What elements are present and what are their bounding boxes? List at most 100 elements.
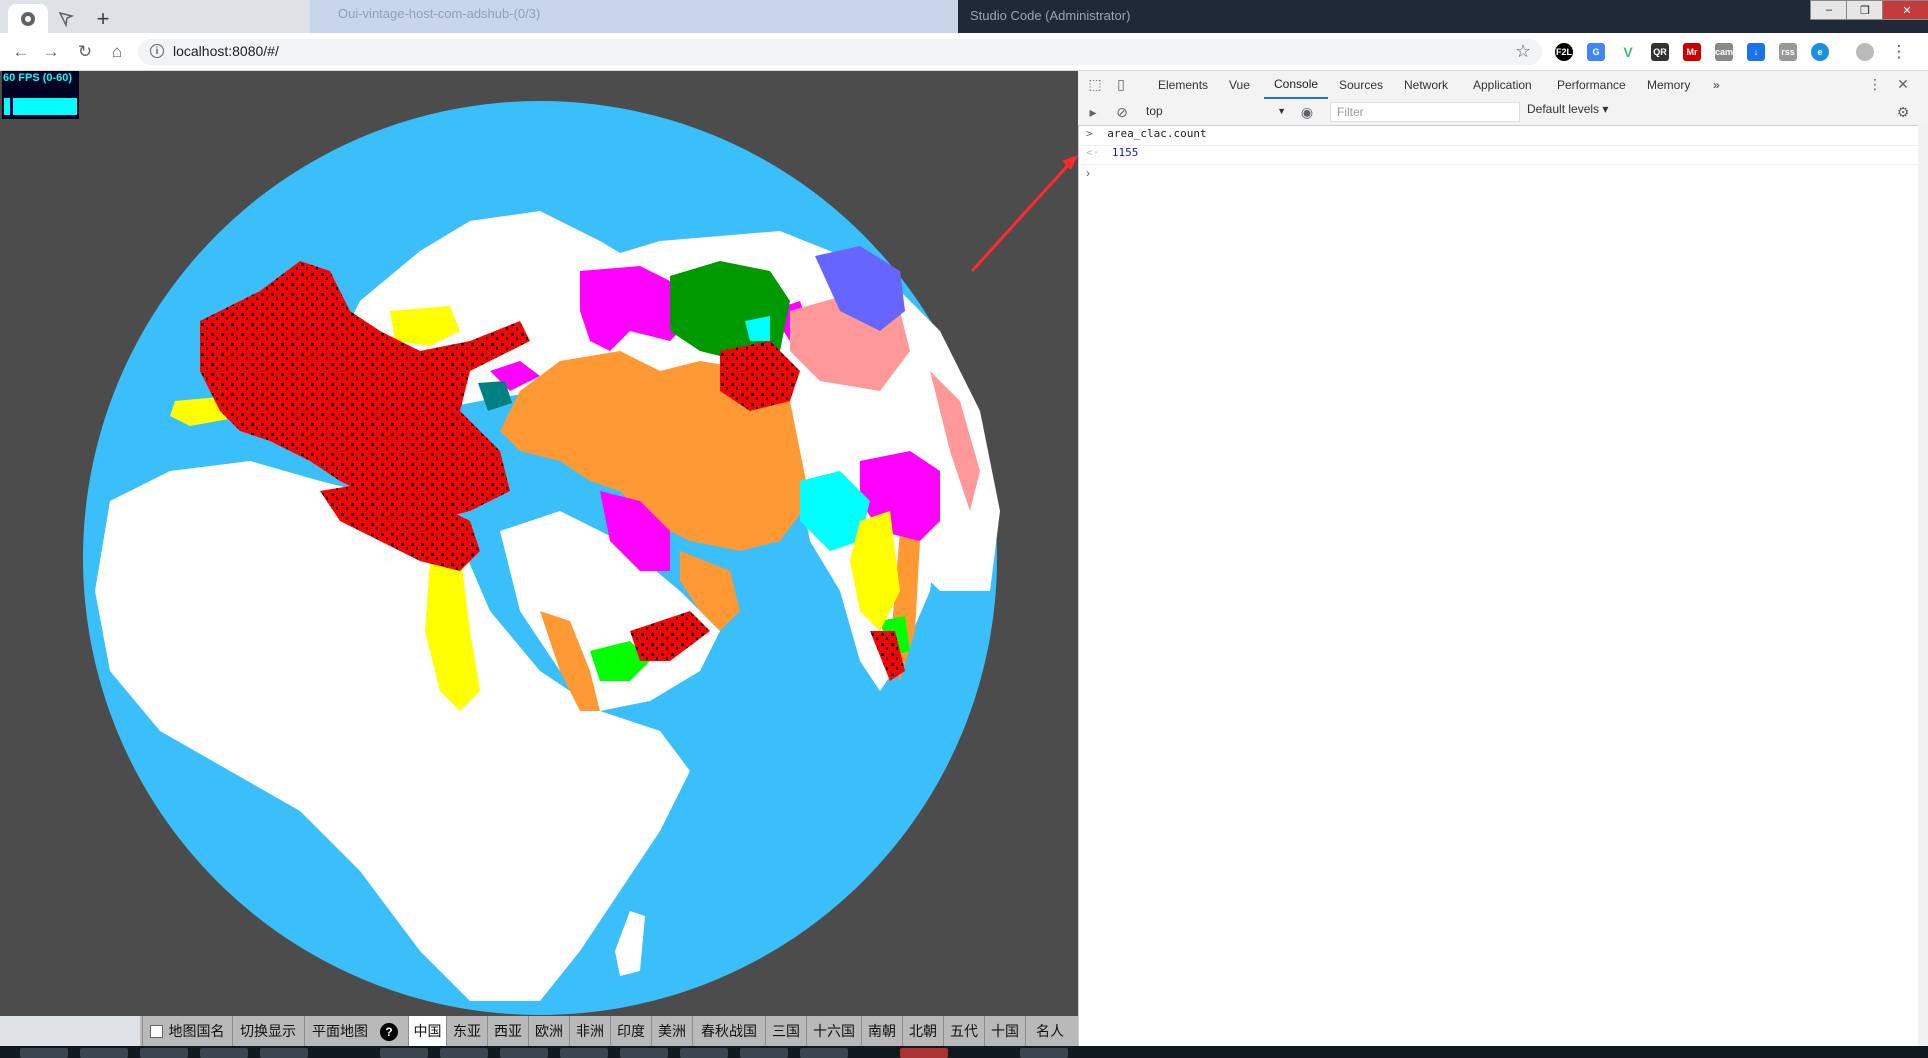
taskbar-item[interactable] <box>200 1048 248 1058</box>
forward-icon[interactable]: → <box>40 41 62 63</box>
log-levels-dropdown[interactable]: Default levels ▾ <box>1527 102 1608 116</box>
tab-memory[interactable]: Memory <box>1647 71 1690 99</box>
devtools-panel <box>1078 71 1928 1046</box>
background-window-title: Oui-vintage-host-com-adshub-(0/3) <box>338 6 541 21</box>
era-button-america[interactable]: 美洲 <box>651 1016 692 1046</box>
taskbar-item[interactable] <box>140 1048 188 1058</box>
flag-icon <box>58 11 74 27</box>
taskbar-item[interactable] <box>620 1048 668 1058</box>
devtools-menu-icon[interactable]: ⋮ <box>1866 75 1884 93</box>
era-button-india[interactable]: 印度 <box>610 1016 651 1046</box>
globe-canvas[interactable] <box>0 71 1078 1016</box>
sidebar-toggle-icon[interactable]: ▸ <box>1084 103 1102 121</box>
device-toolbar-icon[interactable]: ▯ <box>1112 75 1130 93</box>
tab-application[interactable]: Application <box>1473 71 1532 99</box>
console-next-prompt[interactable]: › <box>1086 166 1090 180</box>
tab-console[interactable]: Console <box>1264 71 1329 99</box>
console-result-line[interactable]: <· 1155 <box>1078 146 1918 165</box>
taskbar-item[interactable] <box>680 1048 728 1058</box>
url-text[interactable]: localhost:8080/#/ <box>173 43 279 59</box>
era-button-europe[interactable]: 欧洲 <box>528 1016 569 1046</box>
extension-translate-icon[interactable]: G <box>1587 43 1605 61</box>
taskbar-item[interactable] <box>560 1048 608 1058</box>
console-command: area_clac.count <box>1107 127 1207 140</box>
country-name-checkbox[interactable] <box>149 1024 163 1038</box>
bookmark-star-icon[interactable]: ☆ <box>1515 41 1531 62</box>
eye-icon[interactable]: ◉ <box>1298 103 1316 121</box>
era-button-west-asia[interactable]: 西亚 <box>487 1016 528 1046</box>
tab-vue[interactable]: Vue <box>1229 71 1250 99</box>
console-input-line[interactable]: > area_clac.count <box>1078 127 1918 146</box>
taskbar-item[interactable] <box>900 1048 948 1058</box>
annotation-arrow <box>970 161 1072 273</box>
taskbar-item[interactable] <box>260 1048 308 1058</box>
country-name-toggle[interactable]: 地图国名 <box>142 1016 231 1046</box>
console-settings-gear-icon[interactable]: ⚙ <box>1894 103 1912 121</box>
address-bar[interactable] <box>138 39 1542 65</box>
extension-mr-icon[interactable]: Mr <box>1683 43 1701 61</box>
taskbar-item[interactable] <box>80 1048 128 1058</box>
era-button-southern-dynasties[interactable]: 南朝 <box>861 1016 902 1046</box>
extension-qr-icon[interactable]: QR <box>1651 43 1669 61</box>
fps-graph <box>4 98 77 115</box>
reload-icon[interactable]: ↻ <box>74 41 96 63</box>
extension-vue-icon[interactable]: V <box>1619 43 1637 61</box>
taskbar-item[interactable] <box>500 1048 548 1058</box>
era-button-china[interactable]: 中国 <box>408 1016 446 1046</box>
extension-rss-icon[interactable]: rss <box>1779 43 1797 61</box>
taskbar-item[interactable] <box>20 1048 68 1058</box>
taskbar-item[interactable] <box>1020 1048 1068 1058</box>
console-filter-input[interactable]: Filter <box>1330 102 1520 122</box>
info-icon[interactable]: i <box>150 44 164 58</box>
chrome-icon <box>21 11 35 26</box>
era-button-spring-autumn[interactable]: 春秋战国 <box>692 1016 765 1046</box>
minimize-button[interactable]: – <box>1810 0 1848 20</box>
new-tab-button[interactable]: + <box>90 6 116 32</box>
tab-elements[interactable]: Elements <box>1158 71 1208 99</box>
menu-kebab-icon[interactable]: ⋮ <box>1888 41 1910 63</box>
country-name-toggle-label: 地图国名 <box>168 1023 225 1039</box>
extension-download-icon[interactable]: ↓ <box>1747 43 1765 61</box>
right-window-title: Studio Code (Administrator) <box>970 8 1131 23</box>
close-window-button[interactable]: ✕ <box>1882 0 1928 20</box>
era-button-east-asia[interactable]: 东亚 <box>446 1016 487 1046</box>
era-button-famous-people[interactable]: 名人 <box>1025 1016 1074 1046</box>
taskbar-item[interactable] <box>800 1048 848 1058</box>
switch-display-button[interactable]: 切换显示 <box>232 1016 303 1046</box>
maximize-button[interactable]: ❐ <box>1846 0 1884 20</box>
taskbar-item[interactable] <box>440 1048 488 1058</box>
clear-console-icon[interactable]: ⊘ <box>1113 103 1131 121</box>
profile-avatar[interactable] <box>1856 43 1874 61</box>
era-button-five-dynasties[interactable]: 五代 <box>943 1016 984 1046</box>
console-prompt: > <box>1086 127 1093 140</box>
fps-label: 60 FPS (0-60) <box>3 72 73 84</box>
era-button-northern-dynasties[interactable]: 北朝 <box>902 1016 943 1046</box>
tab-performance[interactable]: Performance <box>1557 71 1626 99</box>
era-button-africa[interactable]: 非洲 <box>569 1016 610 1046</box>
console-scrollbar[interactable] <box>1918 125 1928 1046</box>
console-result-prompt: <· <box>1086 146 1100 159</box>
tab-network[interactable]: Network <box>1404 71 1448 99</box>
inspect-element-icon[interactable]: ⬚ <box>1086 75 1104 93</box>
chevron-down-icon: ▼ <box>1277 106 1286 116</box>
home-icon[interactable]: ⌂ <box>106 41 128 63</box>
era-button-three-kingdoms[interactable]: 三国 <box>765 1016 806 1046</box>
help-icon[interactable]: ? <box>380 1023 398 1041</box>
back-icon[interactable]: ← <box>10 41 32 63</box>
tab-active[interactable] <box>8 4 48 33</box>
taskbar-item[interactable] <box>740 1048 788 1058</box>
era-button-sixteen-kingdoms[interactable]: 十六国 <box>806 1016 861 1046</box>
extension-f2l-icon[interactable]: F2L <box>1555 43 1573 61</box>
fps-graph-gap <box>10 98 13 115</box>
tab-second[interactable] <box>46 4 86 33</box>
extension-camera-icon[interactable]: cam <box>1715 43 1733 61</box>
devtools-close-icon[interactable]: ✕ <box>1894 75 1912 93</box>
era-button-ten-kingdoms[interactable]: 十国 <box>984 1016 1025 1046</box>
taskbar-item[interactable] <box>380 1048 428 1058</box>
tab-sources[interactable]: Sources <box>1339 71 1383 99</box>
console-result-value: 1155 <box>1111 146 1139 159</box>
more-tabs-icon[interactable]: » <box>1713 71 1720 99</box>
flat-map-button[interactable]: 平面地图 <box>304 1016 375 1046</box>
extension-e-icon[interactable]: e <box>1811 43 1829 61</box>
context-select[interactable]: top ▼ <box>1146 101 1286 121</box>
